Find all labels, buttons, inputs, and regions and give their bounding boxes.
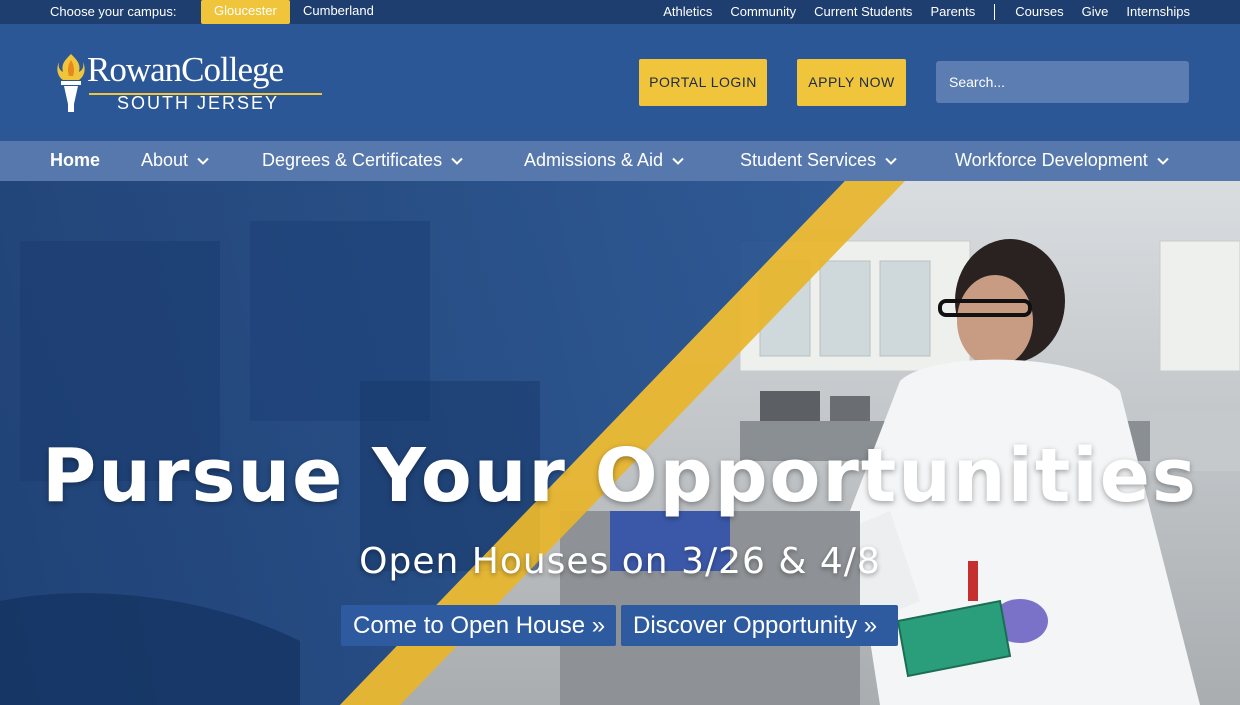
utility-bar: Choose your campus: Gloucester Cumberlan… <box>0 0 1240 24</box>
nav-item-degrees[interactable]: Degrees & Certificates <box>262 150 464 171</box>
chevron-down-icon <box>197 157 209 165</box>
utility-link-current-students[interactable]: Current Students <box>814 4 912 20</box>
nav-item-about[interactable]: About <box>141 150 210 171</box>
campus-gloucester-button[interactable]: Gloucester <box>201 0 290 24</box>
nav-item-label: Student Services <box>740 150 877 170</box>
nav-item-label: Admissions & Aid <box>524 150 664 170</box>
hero-subtitle: Open Houses on 3/26 & 4/8 <box>359 541 881 582</box>
nav-item-label: Workforce Development <box>955 150 1148 170</box>
nav-item-home[interactable]: Home <box>50 150 100 171</box>
utility-link-give[interactable]: Give <box>1082 4 1109 20</box>
chevron-down-icon <box>451 157 463 165</box>
utility-link-community[interactable]: Community <box>730 4 796 20</box>
nav-item-label: Degrees & Certificates <box>262 150 443 170</box>
campus-label: Choose your campus: <box>50 4 177 19</box>
nav-item-student-services[interactable]: Student Services <box>740 150 898 171</box>
hero-title: Pursue Your Opportunities <box>42 433 1198 519</box>
utility-link-internships[interactable]: Internships <box>1126 4 1190 20</box>
nav-item-workforce[interactable]: Workforce Development <box>955 150 1170 171</box>
logo-title: RowanCollege <box>87 50 284 89</box>
search-input[interactable] <box>936 61 1189 103</box>
utility-divider <box>994 4 996 20</box>
chevron-down-icon <box>1157 157 1169 165</box>
logo-subtitle: SOUTH JERSEY <box>117 93 280 113</box>
apply-now-button[interactable]: APPLY NOW <box>797 59 906 106</box>
utility-links: Athletics Community Current Students Par… <box>645 4 1190 20</box>
college-logo[interactable]: RowanCollege SOUTH JERSEY <box>55 50 330 116</box>
nav-item-admissions[interactable]: Admissions & Aid <box>524 150 685 171</box>
site-header: RowanCollege SOUTH JERSEY PORTAL LOGIN A… <box>0 24 1240 141</box>
hero-banner: Pursue Your Opportunities Open Houses on… <box>0 181 1240 705</box>
utility-link-athletics[interactable]: Athletics <box>663 4 712 20</box>
main-nav: Home About Degrees & Certificates Admiss… <box>0 141 1240 181</box>
nav-item-label: About <box>141 150 189 170</box>
discover-opportunity-button[interactable]: Discover Opportunity » <box>621 605 898 646</box>
torch-icon <box>57 54 85 112</box>
portal-login-button[interactable]: PORTAL LOGIN <box>639 59 767 106</box>
chevron-down-icon <box>672 157 684 165</box>
chevron-down-icon <box>885 157 897 165</box>
campus-cumberland-button[interactable]: Cumberland <box>290 0 387 24</box>
open-house-button[interactable]: Come to Open House » <box>341 605 616 646</box>
utility-link-courses[interactable]: Courses <box>1015 4 1063 20</box>
nav-item-label: Home <box>50 150 101 170</box>
utility-link-parents[interactable]: Parents <box>930 4 975 20</box>
